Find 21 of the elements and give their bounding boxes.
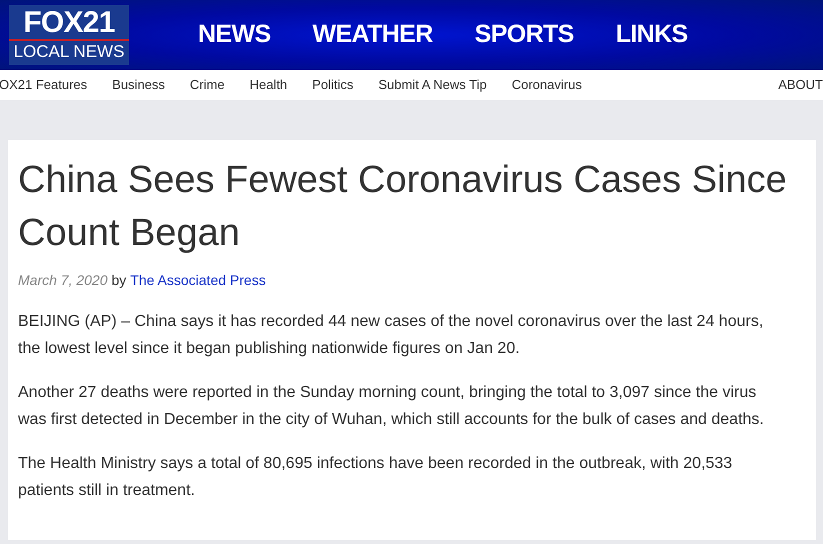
article-paragraph: The Health Ministry says a total of 80,695 infections have been recorded in the outbreak, with 20,533 patients still in treatment.: [18, 454, 734, 501]
nav-link[interactable]: SPORTS: [474, 16, 574, 54]
sub-nav-link[interactable]: Coronavirus: [512, 75, 582, 95]
nav-link[interactable]: LINKS: [616, 16, 688, 54]
nav-link[interactable]: NEWS: [198, 16, 270, 54]
logo-text: FOX21: [23, 9, 115, 37]
article-paragraph: Another 27 deaths were reported in the Sunday morning count, bringing the total to 3,097 since the virus was first detected in December in the city of Wuhan, which still accounts for the bulk of cases and deaths.: [18, 383, 765, 430]
sub-nav-link[interactable]: Politics: [312, 75, 354, 95]
article-date: March 7, 2020: [18, 271, 108, 290]
nav-link[interactable]: WEATHER: [312, 16, 433, 54]
article-title: China Sees Fewest Coronavirus Cases Since Count Began: [18, 158, 788, 256]
article-paragraph: BEIJING (AP) – China says it has recorded 44 new cases of the novel coronavirus over the last 24 hours, the lowest level since it began publishing nationwide figures on Jan 20.: [18, 312, 764, 359]
sub-nav-link[interactable]: Crime: [190, 75, 225, 95]
logo[interactable]: FOX21 LOCAL NEWS: [9, 5, 129, 65]
sub-nav-link[interactable]: ABOUT: [778, 75, 823, 95]
sub-nav-link[interactable]: Business: [112, 75, 165, 95]
sub-nav-link[interactable]: Health: [250, 75, 288, 95]
sub-nav-link[interactable]: Submit A News Tip: [378, 75, 487, 95]
byline-text: by: [112, 271, 126, 290]
logo-subtext: LOCAL NEWS: [14, 43, 124, 61]
author-link[interactable]: The Associated Press: [130, 270, 266, 291]
